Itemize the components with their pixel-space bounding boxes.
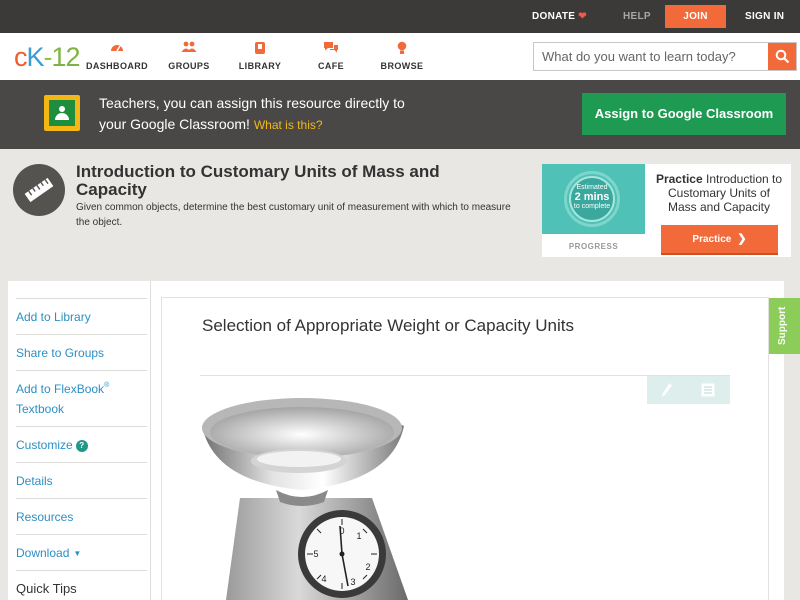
logo-c: c <box>14 42 27 72</box>
estimated-label: Estimated <box>576 184 608 191</box>
details-label: Details <box>16 474 53 488</box>
notes-icon[interactable] <box>701 383 715 402</box>
estimated-time-text: Estimated 2 mins to complete <box>569 184 615 211</box>
quick-tips-label: Quick Tips <box>16 581 77 596</box>
nav-library[interactable]: LIBRARY <box>224 41 296 71</box>
concept-description: Given common objects, determine the best… <box>76 202 511 228</box>
banner-line-1: Teachers, you can assign this resource d… <box>99 95 405 111</box>
nav-groups[interactable]: GROUPS <box>153 41 225 71</box>
add-to-flexbook-link[interactable]: Add to FlexBook® Textbook <box>16 370 147 426</box>
nav-dashboard-label: DASHBOARD <box>85 61 149 71</box>
svg-text:2: 2 <box>365 562 370 572</box>
download-label: Download <box>16 546 70 560</box>
dashboard-icon <box>81 41 153 55</box>
logo-k: K <box>26 42 45 72</box>
registered-mark: ® <box>104 382 110 389</box>
estimated-time-badge: Estimated 2 mins to complete <box>542 164 645 234</box>
support-tab[interactable]: Support <box>769 298 800 354</box>
add-to-flexbook-label: Add to FlexBook <box>16 382 105 396</box>
search-input[interactable] <box>534 43 768 70</box>
sign-in-link[interactable]: SIGN IN <box>745 0 784 33</box>
resource-sidebar: Add to Library Share to Groups Add to Fl… <box>8 281 150 600</box>
help-icon[interactable]: ? <box>75 440 88 452</box>
library-icon <box>224 41 296 55</box>
top-utility-bar: DONATE ❤ HELP JOIN SIGN IN <box>0 0 800 33</box>
download-text: Download ▼ <box>16 535 147 564</box>
customize-link[interactable]: Customize? <box>16 426 147 462</box>
support-label: Support <box>777 306 788 345</box>
donate-label: DONATE <box>532 11 576 22</box>
customize-label: Customize <box>16 438 73 452</box>
textbook-label: Textbook <box>16 402 65 416</box>
nav-browse-label: BROWSE <box>380 61 424 71</box>
practice-card: Estimated 2 mins to complete PROGRESS Pr… <box>542 164 791 257</box>
share-to-groups-label: Share to Groups <box>16 346 105 360</box>
join-button[interactable]: JOIN <box>665 5 726 28</box>
donate-link[interactable]: DONATE ❤ <box>532 0 587 33</box>
main-nav: cK-12 DASHBOARD GROUPS LIBRARY CAFE BROW… <box>0 33 800 80</box>
progress-label: PROGRESS <box>568 242 619 251</box>
ruler-icon <box>13 164 65 216</box>
add-to-flexbook-text: Add to FlexBook® Textbook <box>16 371 147 419</box>
heart-icon: ❤ <box>578 11 587 22</box>
kitchen-scale-image: 0 1 5 2 4 3 <box>202 398 408 600</box>
practice-description: Practice Introduction to Customary Units… <box>652 172 786 214</box>
nav-dashboard[interactable]: DASHBOARD <box>81 41 153 71</box>
nav-browse[interactable]: BROWSE <box>366 41 438 71</box>
add-to-library-label: Add to Library <box>16 310 91 324</box>
estimated-mins: 2 mins <box>574 191 610 203</box>
svg-text:4: 4 <box>321 574 326 584</box>
share-to-groups-link[interactable]: Share to Groups <box>16 334 147 370</box>
banner-line-2-text: your Google Classroom! <box>99 116 250 132</box>
search-button[interactable] <box>768 43 796 70</box>
download-dropdown[interactable]: Download ▼ <box>16 534 147 570</box>
cafe-icon <box>295 41 367 55</box>
svg-text:3: 3 <box>350 577 355 587</box>
nav-cafe-label: CAFE <box>317 61 345 71</box>
svg-text:1: 1 <box>356 531 361 541</box>
to-complete-label: to complete <box>573 203 611 210</box>
groups-icon <box>153 41 225 55</box>
svg-text:5: 5 <box>313 549 318 559</box>
logo-dash: - <box>43 42 53 72</box>
chevron-right-icon: ❯ <box>737 233 747 245</box>
nav-groups-label: GROUPS <box>168 61 210 71</box>
banner-line-2: your Google Classroom! What is this? <box>99 114 479 136</box>
practice-bold: Practice <box>655 172 703 186</box>
add-to-library-link[interactable]: Add to Library <box>16 298 147 334</box>
banner-message: Teachers, you can assign this resource d… <box>99 93 479 136</box>
help-link[interactable]: HELP <box>623 0 651 33</box>
resources-link[interactable]: Resources <box>16 498 147 534</box>
concept-title: Introduction to Customary Units of Mass … <box>76 162 440 199</box>
section-title: Selection of Appropriate Weight or Capac… <box>202 316 574 335</box>
google-classroom-icon <box>44 95 80 131</box>
customize-text: Customize? <box>16 427 147 455</box>
search-icon <box>775 49 790 64</box>
ck12-logo[interactable]: cK-12 <box>14 42 81 72</box>
practice-button[interactable]: Practice ❯ <box>661 225 778 255</box>
nav-cafe[interactable]: CAFE <box>295 41 367 71</box>
nav-library-label: LIBRARY <box>238 61 282 71</box>
quick-tips-heading: Quick Tips <box>16 570 147 600</box>
resources-label: Resources <box>16 510 74 524</box>
details-link[interactable]: Details <box>16 462 147 498</box>
practice-button-label: Practice <box>692 234 732 245</box>
what-is-this-link[interactable]: What is this? <box>254 118 323 132</box>
browse-icon <box>366 41 438 55</box>
pencil-icon[interactable] <box>661 382 673 403</box>
assign-to-google-classroom-button[interactable]: Assign to Google Classroom <box>582 93 786 135</box>
caret-down-icon: ▼ <box>73 549 82 558</box>
search-bar <box>533 42 797 71</box>
content-toolbar <box>647 376 730 404</box>
google-classroom-banner: Teachers, you can assign this resource d… <box>0 80 800 149</box>
logo-num: 12 <box>51 42 81 72</box>
